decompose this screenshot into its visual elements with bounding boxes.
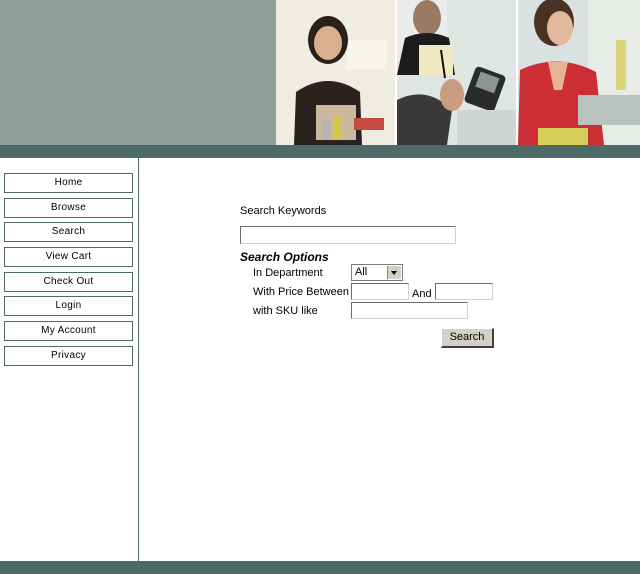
price-between-label: With Price Between <box>253 286 349 298</box>
search-keywords-input[interactable] <box>240 226 456 244</box>
nav-home-button[interactable]: Home <box>4 173 133 193</box>
nav-my-account-button[interactable]: My Account <box>4 321 133 342</box>
man-with-pda-photo <box>397 0 516 145</box>
header-band <box>0 145 640 158</box>
search-submit-button[interactable]: Search <box>441 328 494 348</box>
search-keywords-label: Search Keywords <box>240 205 327 217</box>
header-banner <box>0 0 640 145</box>
price-and-label: And <box>412 288 432 300</box>
nav-login-button[interactable]: Login <box>4 296 133 317</box>
sku-input[interactable] <box>351 302 468 319</box>
nav-check-out-button[interactable]: Check Out <box>4 271 133 292</box>
dropdown-arrow-icon[interactable] <box>387 266 401 279</box>
search-options-heading: Search Options <box>240 250 329 264</box>
nav-view-cart-button[interactable]: View Cart <box>4 247 133 268</box>
sidebar-nav: Home Browse Search View Cart Check Out L… <box>4 173 133 371</box>
price-min-input[interactable] <box>351 283 409 300</box>
department-selected-value: All <box>355 266 368 278</box>
nav-privacy-button[interactable]: Privacy <box>4 345 133 366</box>
price-max-input[interactable] <box>435 283 493 300</box>
department-select[interactable]: All <box>351 264 403 281</box>
nav-search-button[interactable]: Search <box>4 222 133 243</box>
woman-at-laptop-photo <box>518 0 640 145</box>
sidebar-divider <box>138 158 139 561</box>
footer-band <box>0 561 640 574</box>
department-label: In Department <box>253 267 323 279</box>
nav-browse-button[interactable]: Browse <box>4 197 133 218</box>
woman-smiling-photo <box>276 0 395 145</box>
sku-label: with SKU like <box>253 305 318 317</box>
